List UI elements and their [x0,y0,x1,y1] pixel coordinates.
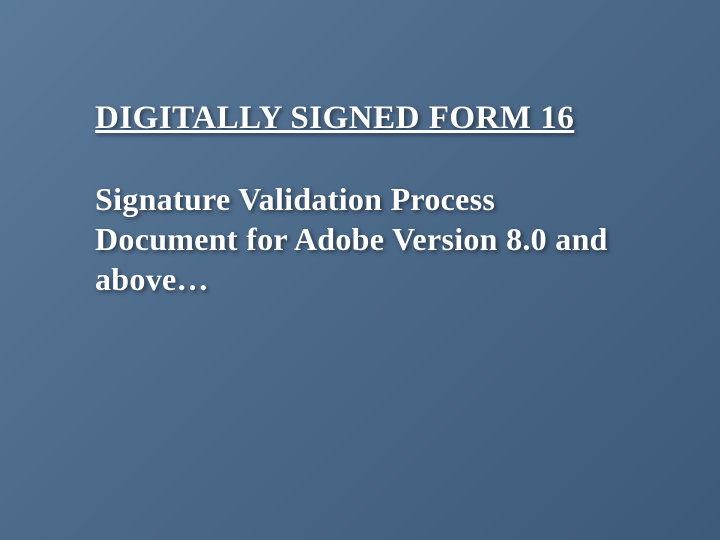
slide-subtitle: Signature Validation Process Document fo… [95,179,625,299]
slide-container: DIGITALLY SIGNED FORM 16 Signature Valid… [0,0,720,540]
slide-title: DIGITALLY SIGNED FORM 16 [95,100,625,137]
